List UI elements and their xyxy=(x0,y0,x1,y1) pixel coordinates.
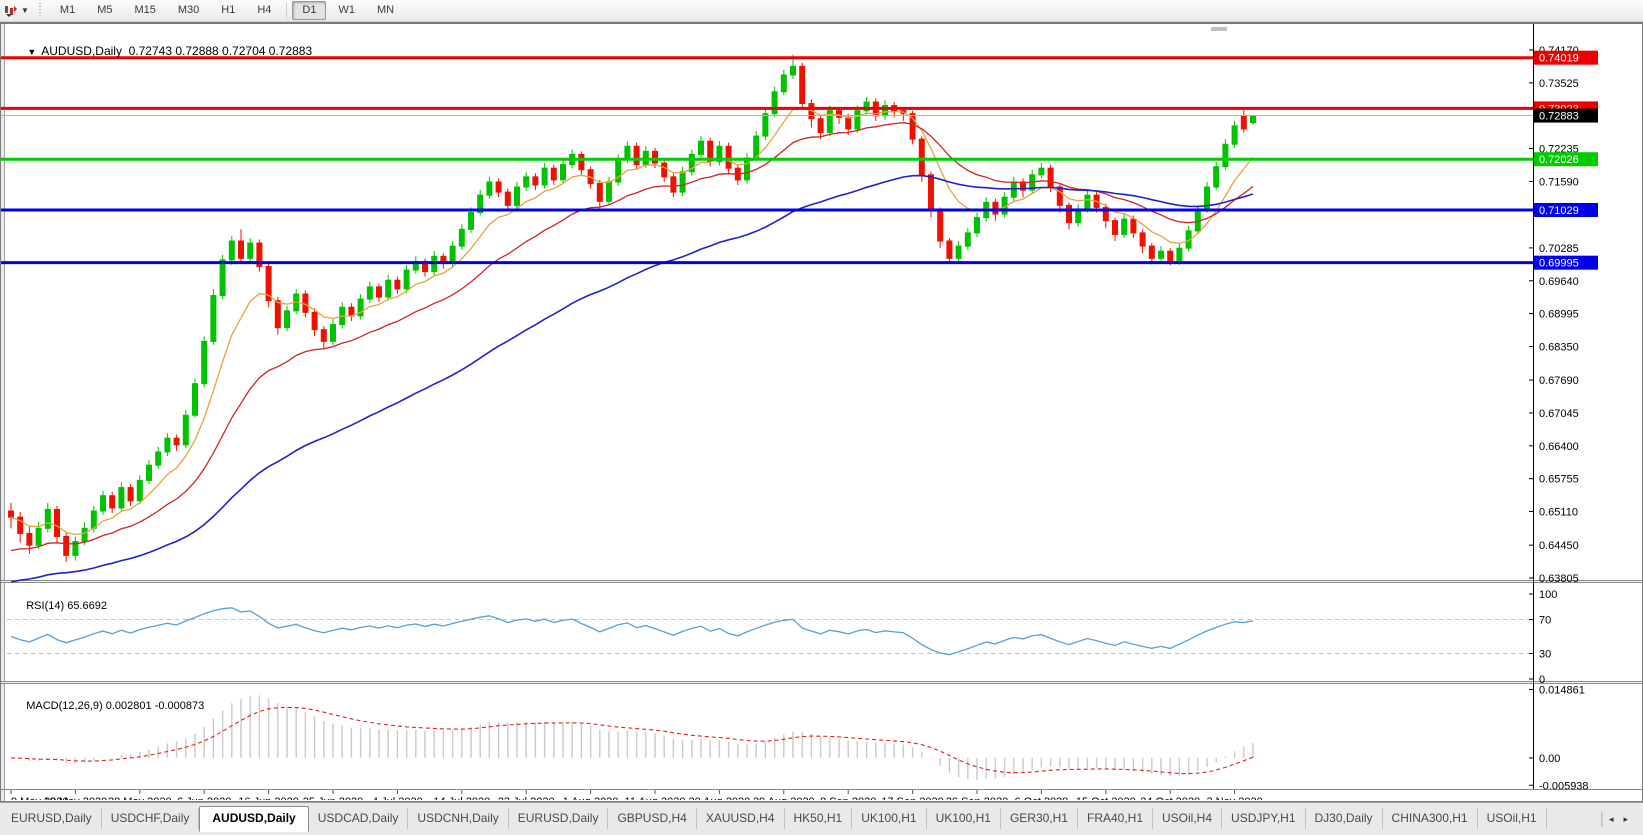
chart-tab-eurusd-daily[interactable]: EURUSD,Daily xyxy=(2,808,102,829)
time-axis[interactable]: 9 May 202019 May 202028 May 20206 Jun 20… xyxy=(11,790,1263,800)
svg-text:70: 70 xyxy=(1539,615,1551,627)
svg-text:0.72026: 0.72026 xyxy=(1539,154,1579,166)
svg-text:17 Sep 2020: 17 Sep 2020 xyxy=(881,796,943,800)
rsi-value: 65.6692 xyxy=(67,600,107,612)
svg-text:3 Nov 2020: 3 Nov 2020 xyxy=(1206,796,1262,800)
timeframe-button-h4[interactable]: H4 xyxy=(247,1,281,20)
svg-text:0.71029: 0.71029 xyxy=(1539,205,1579,217)
chart-tab-uk100-h1[interactable]: UK100,H1 xyxy=(852,808,926,829)
chart-tab-usdjpy-h1[interactable]: USDJPY,H1 xyxy=(1222,808,1305,829)
horizontal-level-lines[interactable] xyxy=(1,58,1533,263)
chart-tab-usoil-h4[interactable]: USOil,H4 xyxy=(1153,808,1222,829)
svg-text:0.67045: 0.67045 xyxy=(1539,408,1579,420)
timeframe-button-w1[interactable]: W1 xyxy=(328,1,365,20)
macd-values: 0.002801 -0.000873 xyxy=(106,700,204,712)
chart-hscroll-thumb[interactable] xyxy=(1211,27,1227,31)
chart-symbol: AUDUSD,Daily xyxy=(41,44,122,58)
toolbar-grip[interactable] xyxy=(38,3,44,18)
svg-text:8 Sep 2020: 8 Sep 2020 xyxy=(820,796,876,800)
svg-text:30: 30 xyxy=(1539,649,1551,661)
toolbar-separator xyxy=(286,3,287,19)
chart-window[interactable]: ▼ AUDUSD,Daily 0.72743 0.72888 0.72704 0.… xyxy=(0,22,1643,802)
svg-text:0.72883: 0.72883 xyxy=(1539,111,1579,123)
chart-tab-uk100-h1[interactable]: UK100,H1 xyxy=(927,808,1001,829)
rsi-indicator-label: RSI(14) 65.6692 xyxy=(14,588,107,624)
svg-text:0.67690: 0.67690 xyxy=(1539,375,1579,387)
svg-text:0.71590: 0.71590 xyxy=(1539,176,1579,188)
svg-text:6 Oct 2020: 6 Oct 2020 xyxy=(1014,796,1068,800)
svg-text:24 Oct 2020: 24 Oct 2020 xyxy=(1140,796,1200,800)
chart-tab-dj30-daily[interactable]: DJ30,Daily xyxy=(1306,808,1383,829)
svg-text:0.68995: 0.68995 xyxy=(1539,309,1579,321)
svg-text:23 Jul 2020: 23 Jul 2020 xyxy=(498,796,555,800)
timeframe-button-m15[interactable]: M15 xyxy=(124,1,165,20)
collapse-arrow-icon[interactable]: ▼ xyxy=(27,47,36,57)
chart-tab-gbpusd-h4[interactable]: GBPUSD,H4 xyxy=(608,808,696,829)
chart-tab-usdchf-daily[interactable]: USDCHF,Daily xyxy=(102,808,200,829)
svg-text:0.70285: 0.70285 xyxy=(1539,243,1579,255)
svg-text:-0.005938: -0.005938 xyxy=(1539,780,1589,792)
svg-text:0.69640: 0.69640 xyxy=(1539,276,1579,288)
chart-tab-xauusd-h4[interactable]: XAUUSD,H4 xyxy=(697,808,785,829)
svg-text:0.00: 0.00 xyxy=(1539,753,1560,765)
timeframe-button-d1[interactable]: D1 xyxy=(292,1,326,20)
chart-canvas[interactable]: 0.741700.735250.722350.715900.702850.696… xyxy=(1,24,1642,800)
chart-tab-usoil-h1[interactable]: USOil,H1 xyxy=(1478,808,1547,829)
svg-text:0.64450: 0.64450 xyxy=(1539,540,1579,552)
chart-tab-usdcnh-daily[interactable]: USDCNH,Daily xyxy=(408,808,508,829)
svg-text:0.69995: 0.69995 xyxy=(1539,258,1579,270)
svg-text:100: 100 xyxy=(1539,589,1557,601)
chart-tabbar: EURUSD,DailyUSDCHF,DailyAUDUSD,DailyUSDC… xyxy=(0,802,1643,835)
svg-text:19 May 2020: 19 May 2020 xyxy=(44,796,108,800)
chevron-down-icon[interactable]: ▼ xyxy=(20,6,33,15)
svg-text:1 Aug 2020: 1 Aug 2020 xyxy=(563,796,619,800)
svg-text:11 Aug 2020: 11 Aug 2020 xyxy=(625,796,686,800)
timeframe-button-m5[interactable]: M5 xyxy=(87,1,122,20)
svg-text:16 Jun 2020: 16 Jun 2020 xyxy=(238,796,299,800)
svg-text:0.66400: 0.66400 xyxy=(1539,441,1579,453)
svg-text:6 Jun 2020: 6 Jun 2020 xyxy=(177,796,231,800)
chart-tab-eurusd-daily[interactable]: EURUSD,Daily xyxy=(509,808,609,829)
svg-text:28 May 2020: 28 May 2020 xyxy=(108,796,172,800)
chart-title: ▼ AUDUSD,Daily 0.72743 0.72888 0.72704 0.… xyxy=(14,30,312,72)
ma-fast-line xyxy=(11,108,1253,534)
chart-ohlc-values: 0.72743 0.72888 0.72704 0.72883 xyxy=(129,44,313,58)
svg-text:15 Oct 2020: 15 Oct 2020 xyxy=(1076,796,1136,800)
chart-tab-audusd-daily[interactable]: AUDUSD,Daily xyxy=(199,806,308,832)
timeframe-button-m1[interactable]: M1 xyxy=(50,1,85,20)
ma-medium-line xyxy=(11,123,1253,551)
timeframe-button-mn[interactable]: MN xyxy=(367,1,404,20)
ma-slow-line xyxy=(11,176,1253,582)
svg-text:14 Jul 2020: 14 Jul 2020 xyxy=(433,796,490,800)
macd-indicator-label: MACD(12,26,9) 0.002801 -0.000873 xyxy=(14,688,204,724)
candles-layer xyxy=(9,55,1256,562)
rsi-level-lines xyxy=(7,620,1533,654)
tabs-scroll-left-icon[interactable]: ◂ xyxy=(1604,814,1619,825)
chart-tab-usdcad-daily[interactable]: USDCAD,Daily xyxy=(309,808,409,829)
chart-tab-fra40-h1[interactable]: FRA40,H1 xyxy=(1078,808,1153,829)
chart-tab-hk50-h1[interactable]: HK50,H1 xyxy=(785,808,853,829)
tabs-scroll-right-icon[interactable]: ▸ xyxy=(1618,814,1633,825)
chart-tab-ger30-h1[interactable]: GER30,H1 xyxy=(1001,808,1078,829)
price-axis[interactable]: 0.741700.735250.722350.715900.702850.696… xyxy=(1529,24,1589,792)
timeframe-toolbar: ▼ M1M5M15M30H1H4 D1W1MN xyxy=(0,0,1643,22)
svg-text:26 Sep 2020: 26 Sep 2020 xyxy=(946,796,1008,800)
svg-text:0.74019: 0.74019 xyxy=(1539,53,1579,65)
svg-text:0.65755: 0.65755 xyxy=(1539,474,1579,486)
svg-text:0.73525: 0.73525 xyxy=(1539,78,1579,90)
svg-text:29 Aug 2020: 29 Aug 2020 xyxy=(753,796,815,800)
timeframe-button-h1[interactable]: H1 xyxy=(211,1,245,20)
svg-text:4 Jul 2020: 4 Jul 2020 xyxy=(372,796,423,800)
timeframe-button-m30[interactable]: M30 xyxy=(168,1,209,20)
svg-text:0.63805: 0.63805 xyxy=(1539,573,1579,585)
chart-tab-china300-h1[interactable]: CHINA300,H1 xyxy=(1383,808,1478,829)
svg-text:0.65110: 0.65110 xyxy=(1539,507,1578,519)
svg-text:25 Jun 2020: 25 Jun 2020 xyxy=(303,796,364,800)
svg-text:0.014861: 0.014861 xyxy=(1539,685,1585,697)
chart-period-icon[interactable] xyxy=(2,3,20,19)
rsi-line xyxy=(11,608,1253,655)
svg-text:20 Aug 2020: 20 Aug 2020 xyxy=(689,796,751,800)
chart-period-icon-glyph xyxy=(4,4,18,18)
svg-text:0.68350: 0.68350 xyxy=(1539,341,1579,353)
